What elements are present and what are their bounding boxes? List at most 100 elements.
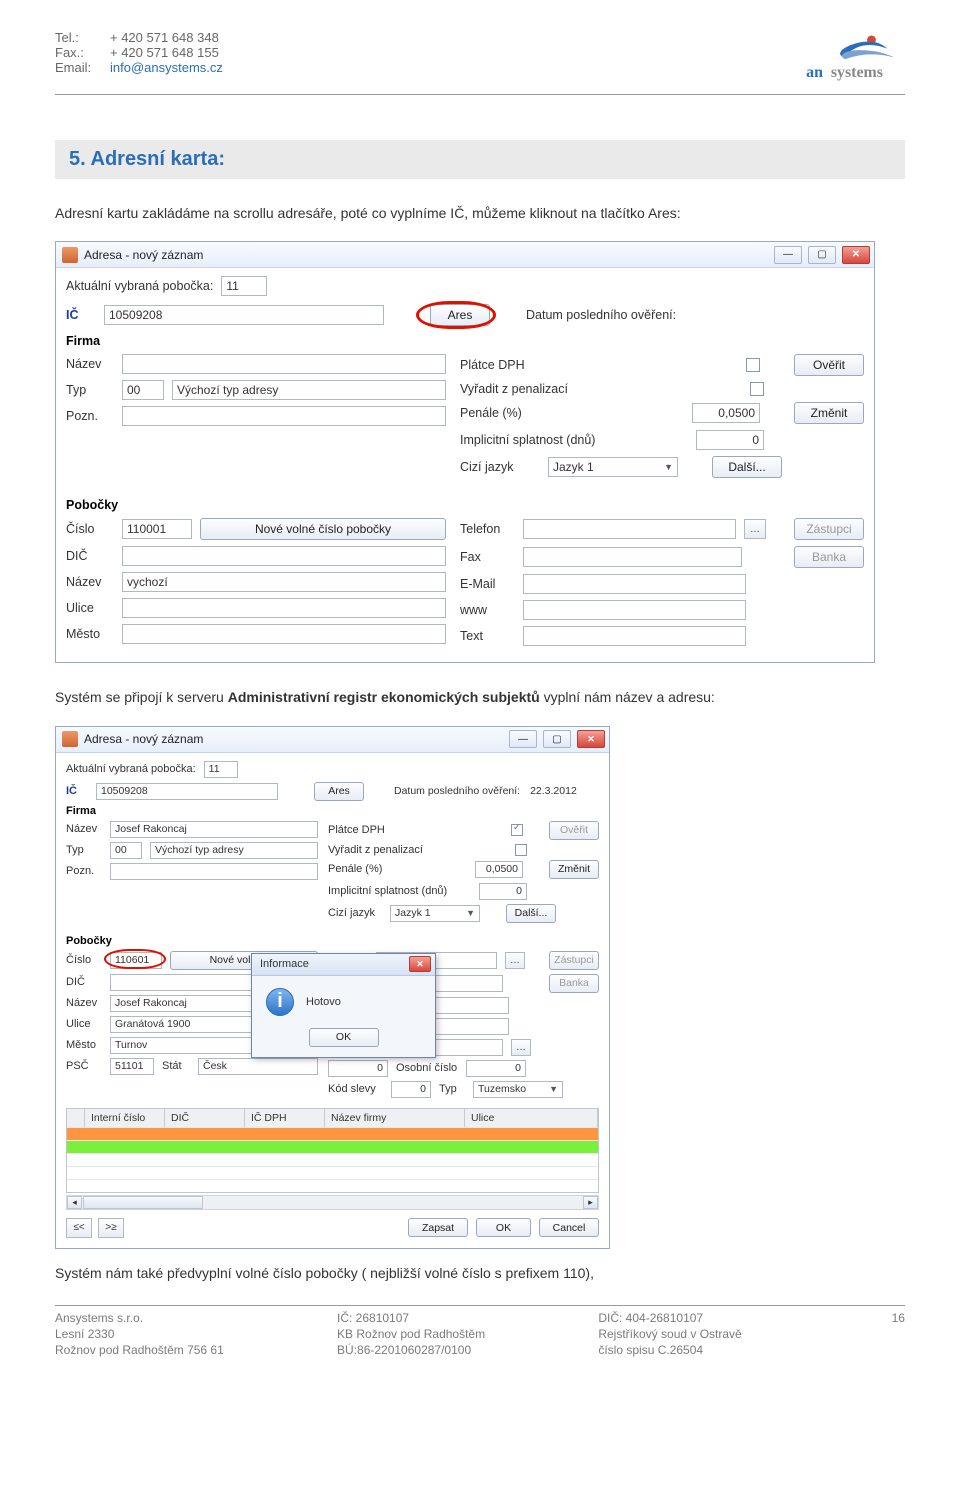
chevron-down-icon: ▼ xyxy=(549,1084,558,1094)
fax-label-2: Fax xyxy=(460,550,515,564)
dalsi-button[interactable]: Další... xyxy=(712,456,782,478)
typ-label: Typ xyxy=(66,383,114,397)
telefon-more-2[interactable]: … xyxy=(505,952,525,969)
mesto-input[interactable] xyxy=(122,624,446,644)
stat-input[interactable]: Česk xyxy=(198,1058,318,1075)
banka-button[interactable]: Banka xyxy=(794,546,864,568)
ares-button-2[interactable]: Ares xyxy=(314,782,364,801)
scroll-right-button[interactable]: ▸ xyxy=(583,1196,598,1209)
dalsi-button-2[interactable]: Další... xyxy=(506,904,556,923)
vyradit-label: Vyřadit z penalizací xyxy=(460,382,742,396)
pobocka-label: Aktuální vybraná pobočka: xyxy=(66,279,213,293)
cislo-input[interactable]: 110001 xyxy=(122,519,192,539)
grid-col-3[interactable]: Název firmy xyxy=(325,1109,465,1127)
jazyk-dropdown-2[interactable]: Jazyk 1▼ xyxy=(390,905,480,922)
typ-desc-2[interactable]: Výchozí typ adresy xyxy=(150,842,318,859)
vyradit-checkbox-2[interactable] xyxy=(515,844,527,856)
psc-input[interactable]: 51101 xyxy=(110,1058,154,1075)
contact-block: Tel.: + 420 571 648 348 Fax.: + 420 571 … xyxy=(55,30,223,75)
pobocka-value-2[interactable]: 11 xyxy=(204,761,238,778)
typ-code-2[interactable]: 00 xyxy=(110,842,142,859)
grid-col-2[interactable]: IČ DPH xyxy=(245,1109,325,1127)
dic-input[interactable] xyxy=(122,546,446,566)
ok-button[interactable]: OK xyxy=(476,1218,531,1237)
window-title: Adresa - nový záznam xyxy=(84,248,203,262)
firma-group-label-2: Firma xyxy=(66,805,96,817)
section-title: 5. Adresní karta: xyxy=(55,140,905,179)
fax-input[interactable] xyxy=(523,547,742,567)
pobocky-group-label: Pobočky xyxy=(66,498,118,512)
zmenit-button-2[interactable]: Změnit xyxy=(549,860,599,879)
paragraph-1: Adresní kartu zakládáme na scrollu adres… xyxy=(55,203,905,223)
penale-input-2[interactable]: 0,0500 xyxy=(475,861,523,878)
text-label: Text xyxy=(460,629,515,643)
vyradit-checkbox[interactable] xyxy=(750,382,764,396)
fax-value: + 420 571 648 155 xyxy=(110,45,219,60)
typ2-dropdown[interactable]: Tuzemsko▼ xyxy=(473,1081,563,1098)
pobocka-value[interactable]: 11 xyxy=(221,276,267,296)
nazev-input[interactable] xyxy=(122,354,446,374)
num-input-a[interactable]: 0 xyxy=(328,1060,388,1077)
text-input[interactable] xyxy=(523,626,746,646)
platce-dph-label: Plátce DPH xyxy=(460,358,738,372)
grid-col-0[interactable]: Interní číslo xyxy=(85,1109,165,1127)
email2-input[interactable] xyxy=(523,574,746,594)
jazyk-dropdown[interactable]: Jazyk 1▼ xyxy=(548,457,678,477)
maximize-button[interactable]: ▢ xyxy=(808,246,836,264)
banka-button-2[interactable]: Banka xyxy=(549,974,599,993)
platce-dph-checkbox-2[interactable] xyxy=(511,824,523,836)
minimize-button-2[interactable]: — xyxy=(509,730,537,748)
pozn-input[interactable] xyxy=(122,406,446,426)
ic-input[interactable]: 10509208 xyxy=(104,305,384,325)
minimize-button[interactable]: — xyxy=(774,246,802,264)
ares-button[interactable]: Ares xyxy=(430,304,490,326)
text-more-2[interactable]: … xyxy=(511,1039,531,1056)
svg-text:systems: systems xyxy=(831,64,883,81)
splatnost-input[interactable]: 0 xyxy=(696,430,764,450)
cancel-button[interactable]: Cancel xyxy=(539,1218,599,1237)
close-button[interactable]: ✕ xyxy=(842,246,870,264)
grid-col-4[interactable]: Ulice xyxy=(465,1109,598,1127)
osobni-label: Osobní číslo xyxy=(396,1062,458,1074)
dialog-ok-button[interactable]: OK xyxy=(309,1028,379,1047)
nav-next-button[interactable]: >≥ xyxy=(98,1218,124,1238)
dialog-close-button[interactable]: ✕ xyxy=(409,956,431,972)
scroll-left-button[interactable]: ◂ xyxy=(67,1196,82,1209)
svg-text:an: an xyxy=(806,64,823,81)
cislo-input-2[interactable]: 110601 xyxy=(110,952,162,969)
maximize-button-2[interactable]: ▢ xyxy=(543,730,571,748)
cislo-label: Číslo xyxy=(66,522,114,536)
zastupci-button[interactable]: Zástupci xyxy=(794,518,864,540)
platce-dph-checkbox[interactable] xyxy=(746,358,760,372)
nazev-input-2[interactable]: Josef Rakoncaj xyxy=(110,821,318,838)
penale-input[interactable]: 0,0500 xyxy=(692,403,760,423)
nove-cislo-button[interactable]: Nové volné číslo pobočky xyxy=(200,518,446,540)
nav-prev-button[interactable]: ≤< xyxy=(66,1218,92,1238)
window-adresa-2: Adresa - nový záznam — ▢ ✕ Aktuální vybr… xyxy=(55,726,610,1249)
www-input[interactable] xyxy=(523,600,746,620)
zmenit-button[interactable]: Změnit xyxy=(794,402,864,424)
typ-desc-input[interactable]: Výchozí typ adresy xyxy=(172,380,446,400)
email-link[interactable]: info@ansystems.cz xyxy=(110,60,223,75)
typ-code-input[interactable]: 00 xyxy=(122,380,164,400)
overit-button[interactable]: Ověřit xyxy=(794,354,864,376)
titlebar: Adresa - nový záznam — ▢ ✕ xyxy=(56,242,874,268)
platce-dph-label-2: Plátce DPH xyxy=(328,824,503,836)
nazev2-input[interactable]: vychozí xyxy=(122,572,446,592)
grid-col-1[interactable]: DIČ xyxy=(165,1109,245,1127)
ulice-input[interactable] xyxy=(122,598,446,618)
splatnost-input-2[interactable]: 0 xyxy=(479,883,527,900)
scroll-thumb[interactable] xyxy=(83,1196,203,1209)
horizontal-scrollbar[interactable]: ◂ ▸ xyxy=(66,1195,599,1210)
grid-body[interactable] xyxy=(67,1127,598,1192)
zastupci-button-2[interactable]: Zástupci xyxy=(549,951,599,970)
telefon-more-button[interactable]: … xyxy=(744,519,766,539)
pozn-input-2[interactable] xyxy=(110,863,318,880)
kodslevy-input[interactable]: 0 xyxy=(391,1081,431,1098)
zapsat-button[interactable]: Zapsat xyxy=(408,1218,468,1237)
telefon-input[interactable] xyxy=(523,519,736,539)
close-button-2[interactable]: ✕ xyxy=(577,730,605,748)
osobni-input[interactable]: 0 xyxy=(466,1060,526,1077)
ic-input-2[interactable]: 10509208 xyxy=(96,783,278,800)
overit-button-2[interactable]: Ověřit xyxy=(549,821,599,840)
